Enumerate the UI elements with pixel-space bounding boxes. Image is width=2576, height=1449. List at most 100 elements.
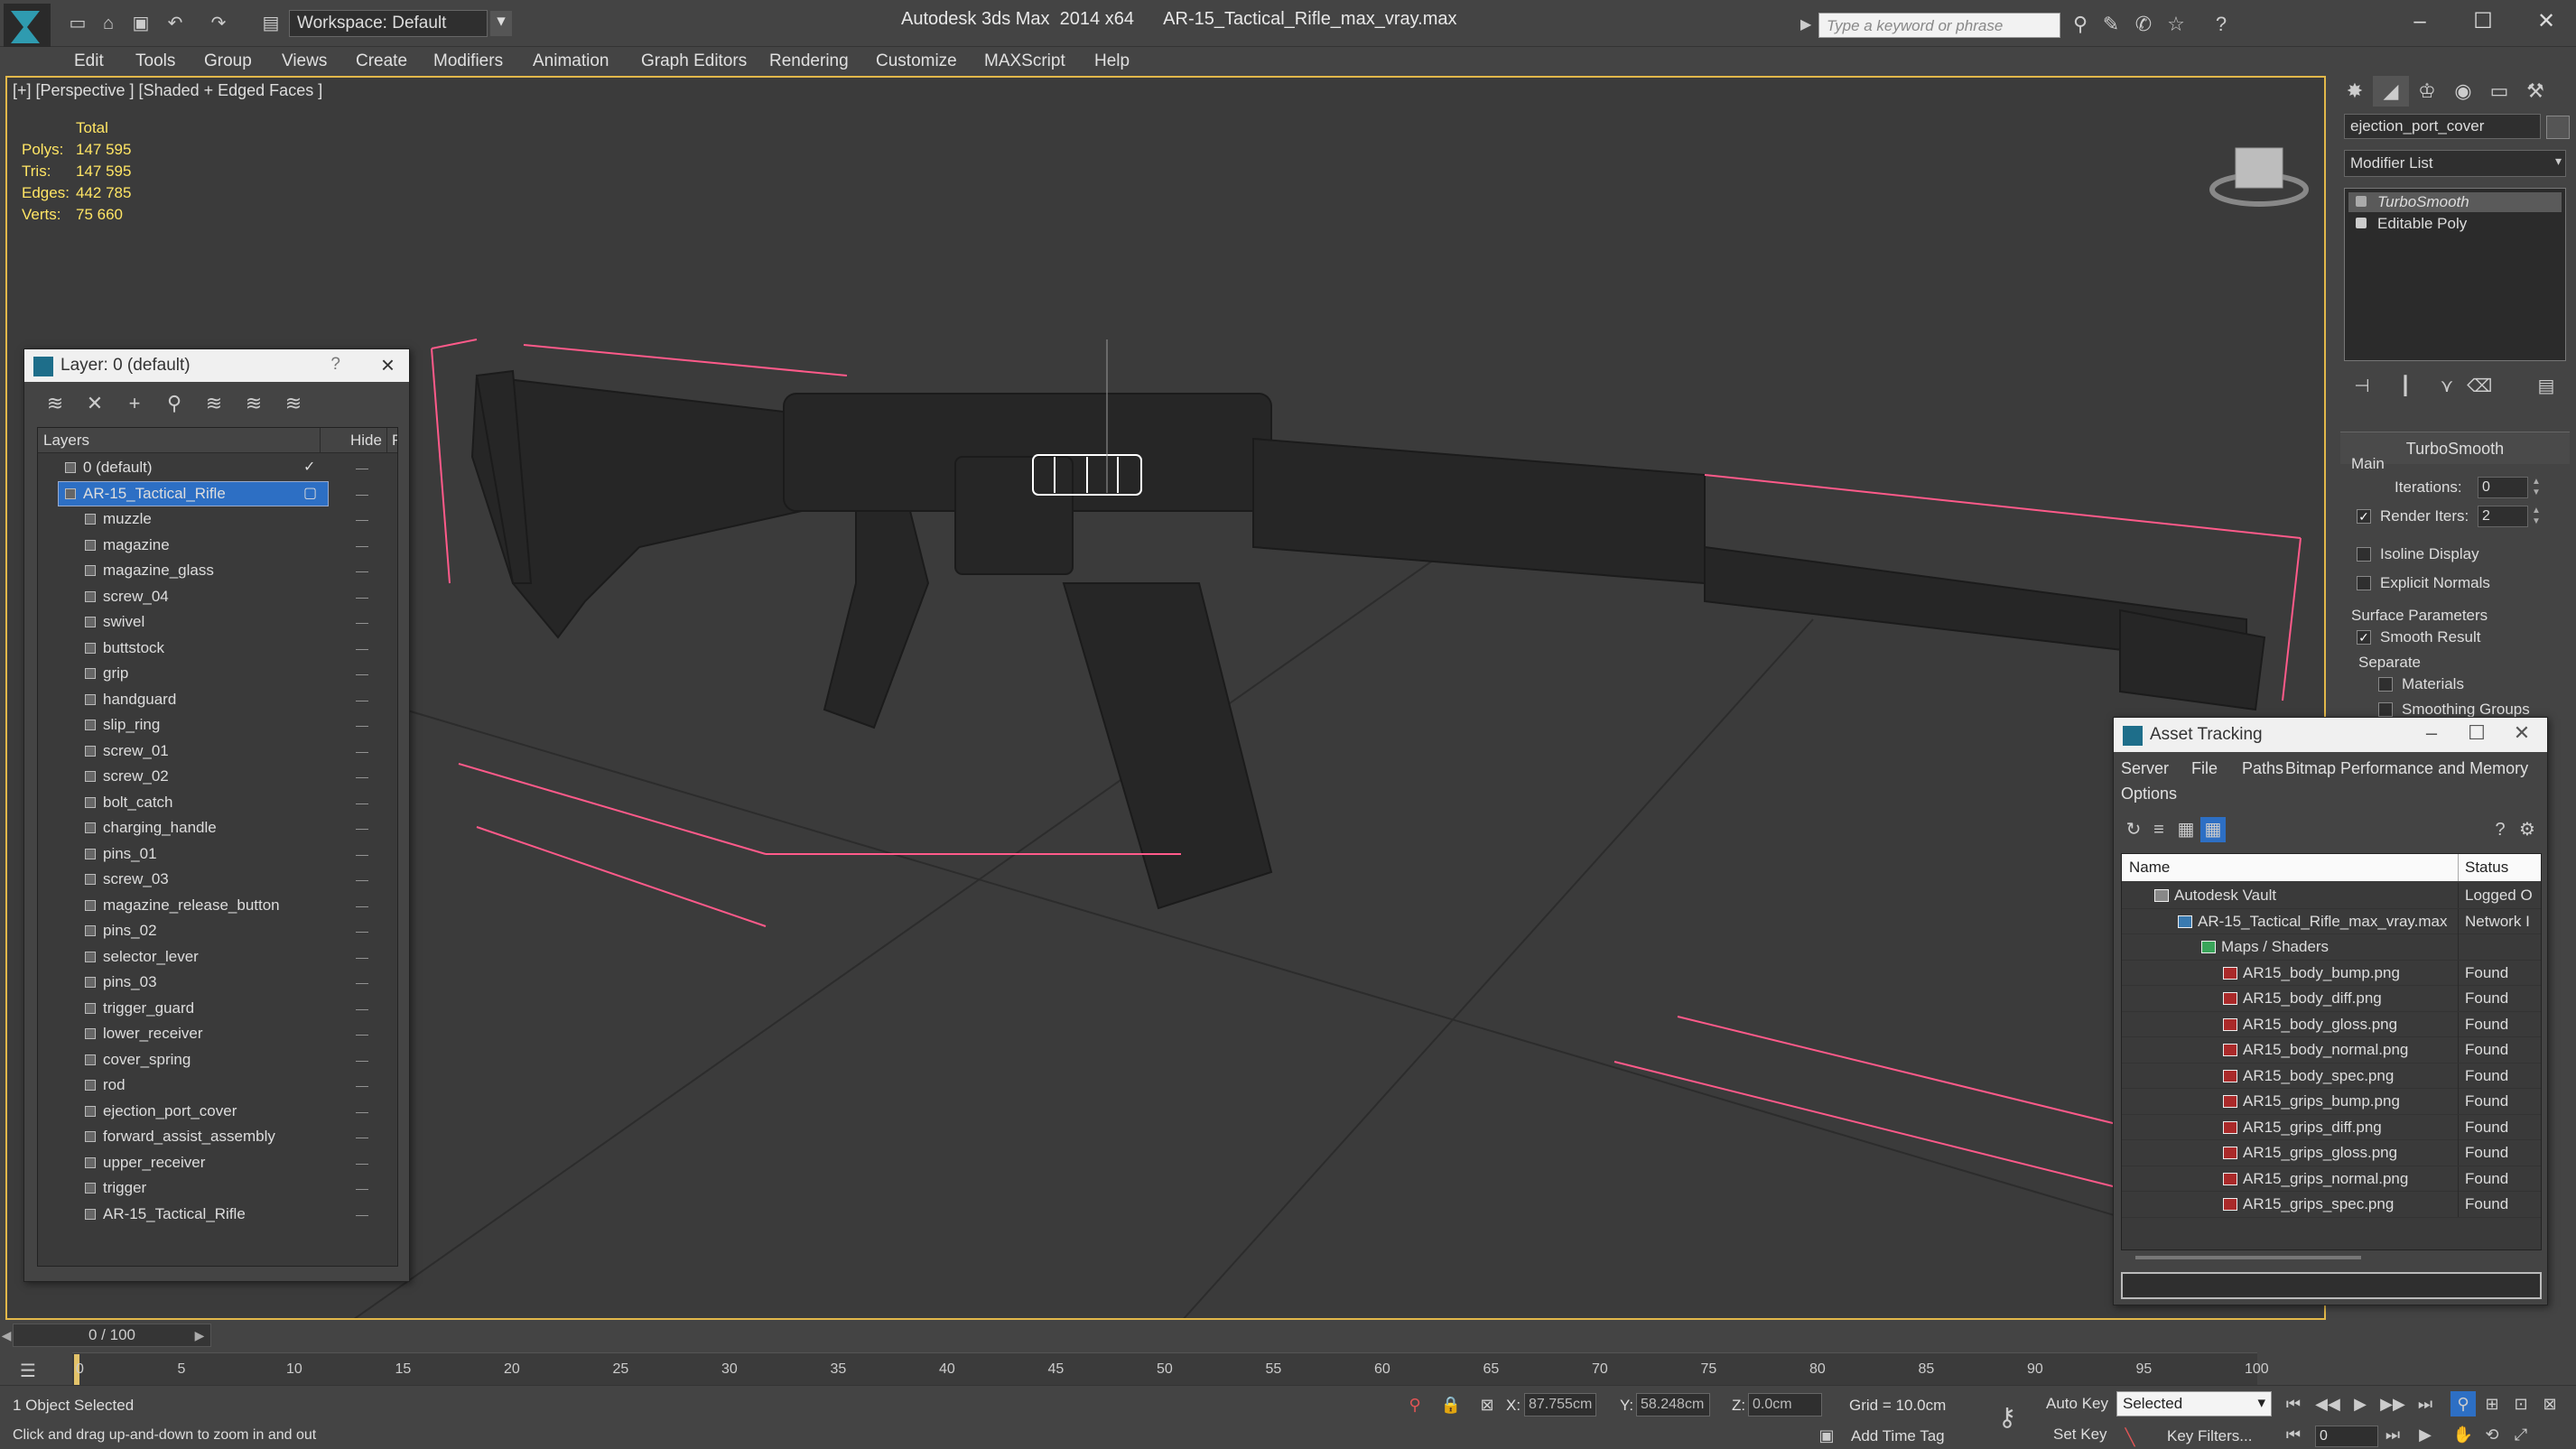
key-mode-dropdown[interactable]: Selected ▾ bbox=[2116, 1391, 2272, 1416]
curve-editor-icon[interactable]: ☰ bbox=[14, 1360, 42, 1383]
layer-row[interactable]: AR-15_Tactical_Rifle ▢ — bbox=[38, 480, 397, 507]
layer-window-titlebar[interactable]: Layer: 0 (default) ? × bbox=[24, 349, 409, 382]
hierarchy-tab-icon[interactable]: ♔ bbox=[2409, 76, 2445, 107]
layer-row[interactable]: muzzle — bbox=[38, 506, 397, 533]
hide-toggle[interactable]: — bbox=[356, 609, 369, 635]
hide-toggle[interactable]: — bbox=[356, 533, 369, 558]
hide-toggle[interactable]: — bbox=[356, 790, 369, 815]
column-header-freeze[interactable]: F bbox=[392, 432, 397, 450]
close-icon[interactable]: ✕ bbox=[2504, 721, 2540, 748]
time-tag-icon[interactable]: ▣ bbox=[1815, 1424, 1838, 1447]
new-file-icon[interactable]: ▭ bbox=[65, 11, 90, 36]
hide-toggle[interactable]: — bbox=[356, 506, 369, 532]
zoom-extents-icon[interactable]: ⊡ bbox=[2508, 1391, 2534, 1416]
layer-row[interactable]: screw_03 — bbox=[38, 867, 397, 893]
layer-row[interactable]: cover_spring — bbox=[38, 1047, 397, 1073]
refresh-icon[interactable]: ↻ bbox=[2121, 817, 2146, 842]
search-input[interactable]: Type a keyword or phrase bbox=[1818, 13, 2060, 38]
menu-file[interactable]: File bbox=[2191, 759, 2218, 778]
hide-toggle[interactable]: — bbox=[356, 1150, 369, 1175]
asset-row[interactable]: AR15_body_bump.png Found bbox=[2122, 960, 2541, 986]
menu-rendering[interactable]: Rendering bbox=[769, 51, 849, 71]
menu-edit[interactable]: Edit bbox=[74, 51, 104, 71]
maximize-viewport-icon[interactable]: ⤢ bbox=[2508, 1422, 2534, 1447]
layer-row[interactable]: handguard — bbox=[38, 687, 397, 713]
show-end-result-icon[interactable]: ┃ bbox=[2393, 374, 2418, 399]
orbit-icon[interactable]: ⟲ bbox=[2479, 1422, 2505, 1447]
layer-row[interactable]: slip_ring — bbox=[38, 712, 397, 738]
hide-toggle[interactable]: — bbox=[356, 1124, 369, 1149]
asset-row[interactable]: AR15_grips_diff.png Found bbox=[2122, 1114, 2541, 1140]
asset-row[interactable]: AR15_grips_spec.png Found bbox=[2122, 1192, 2541, 1218]
layer-row[interactable]: magazine_glass — bbox=[38, 558, 397, 584]
hide-toggle[interactable]: — bbox=[356, 1099, 369, 1124]
layer-row[interactable]: selector_lever — bbox=[38, 944, 397, 971]
maximize-icon[interactable]: ☐ bbox=[2459, 721, 2495, 748]
set-current-layer-icon[interactable]: ▢ bbox=[303, 481, 317, 506]
layer-row[interactable]: screw_02 — bbox=[38, 764, 397, 790]
horizontal-scrollbar[interactable] bbox=[2135, 1256, 2361, 1259]
open-file-icon[interactable]: ⌂ bbox=[96, 11, 121, 36]
layer-row[interactable]: lower_receiver — bbox=[38, 1021, 397, 1047]
menu-help[interactable]: Help bbox=[1094, 51, 1130, 71]
layer-row[interactable]: swivel — bbox=[38, 609, 397, 636]
lock-selection-icon[interactable]: 🔒 bbox=[1439, 1393, 1463, 1416]
hide-toggle[interactable]: — bbox=[356, 764, 369, 789]
previous-frame-icon[interactable]: ◀◀ bbox=[2315, 1391, 2340, 1416]
menu-bitmap-performance[interactable]: Bitmap Performance and Memory bbox=[2285, 759, 2528, 778]
layer-row[interactable]: trigger_guard — bbox=[38, 996, 397, 1022]
key-mode-toggle-icon[interactable]: ⏮ bbox=[2281, 1422, 2306, 1447]
x-coordinate-field[interactable]: 87.755cm bbox=[1524, 1393, 1596, 1416]
layer-row[interactable]: charging_handle — bbox=[38, 815, 397, 841]
menu-create[interactable]: Create bbox=[356, 51, 407, 71]
auto-key-button[interactable]: Auto Key bbox=[2046, 1395, 2109, 1418]
stack-item-turbosmooth[interactable]: TurboSmooth bbox=[2348, 192, 2562, 212]
zoom-icon[interactable]: ⚲ bbox=[2450, 1391, 2476, 1416]
layer-row[interactable]: grip — bbox=[38, 661, 397, 687]
layer-row[interactable]: screw_04 — bbox=[38, 584, 397, 610]
layer-row[interactable]: buttstock — bbox=[38, 636, 397, 662]
hide-toggle[interactable]: — bbox=[356, 455, 369, 480]
asset-row[interactable]: AR15_body_gloss.png Found bbox=[2122, 1011, 2541, 1037]
layer-row[interactable]: pins_03 — bbox=[38, 970, 397, 996]
grid-view-icon[interactable]: ▦ bbox=[2200, 817, 2226, 842]
table-view-icon[interactable]: ▦ bbox=[2173, 817, 2199, 842]
time-config-icon[interactable]: ⏭ bbox=[2380, 1422, 2405, 1447]
hide-toggle[interactable]: — bbox=[356, 558, 369, 583]
asset-row[interactable]: Maps / Shaders bbox=[2122, 934, 2541, 961]
minimize-icon[interactable]: – bbox=[2393, 5, 2447, 38]
asset-row[interactable]: AR15_body_diff.png Found bbox=[2122, 986, 2541, 1012]
minimize-icon[interactable]: – bbox=[2413, 721, 2450, 748]
next-frame-arrow-icon[interactable]: ▶ bbox=[193, 1324, 206, 1347]
object-color-swatch[interactable] bbox=[2546, 116, 2570, 139]
zoom-extents-all-icon[interactable]: ⊠ bbox=[2537, 1391, 2562, 1416]
close-icon[interactable]: × bbox=[381, 351, 395, 379]
asset-row[interactable]: AR-15_Tactical_Rifle_max_vray.max Network… bbox=[2122, 908, 2541, 934]
utilities-tab-icon[interactable]: ⚒ bbox=[2517, 76, 2553, 107]
hide-toggle[interactable]: — bbox=[356, 918, 369, 943]
help-icon[interactable]: ? bbox=[2488, 817, 2513, 842]
smoothing-groups-checkbox[interactable] bbox=[2378, 702, 2393, 717]
go-to-end-icon[interactable]: ⏭ bbox=[2413, 1391, 2438, 1416]
menu-server[interactable]: Server bbox=[2121, 759, 2169, 778]
menu-group[interactable]: Group bbox=[204, 51, 252, 71]
layer-row[interactable]: AR-15_Tactical_Rifle — bbox=[38, 1202, 397, 1228]
app-logo-icon[interactable] bbox=[4, 4, 51, 51]
motion-tab-icon[interactable]: ◉ bbox=[2445, 76, 2481, 107]
subscription-icon[interactable]: ✎ bbox=[2098, 12, 2124, 37]
lightbulb-icon[interactable] bbox=[2356, 196, 2367, 207]
layer-row[interactable]: ejection_port_cover — bbox=[38, 1099, 397, 1125]
go-to-start-icon[interactable]: ⏮ bbox=[2281, 1391, 2306, 1416]
help-icon[interactable]: ? bbox=[2209, 12, 2234, 37]
modify-tab-icon[interactable]: ◢ bbox=[2373, 76, 2409, 107]
stack-item-editable-poly[interactable]: Editable Poly bbox=[2348, 214, 2562, 234]
freeze-all-layers-icon[interactable]: ≋ bbox=[281, 391, 306, 416]
layer-row[interactable]: trigger — bbox=[38, 1175, 397, 1202]
layer-row[interactable]: rod — bbox=[38, 1073, 397, 1099]
hide-toggle[interactable]: — bbox=[356, 815, 369, 841]
column-header-name[interactable]: Name bbox=[2129, 859, 2170, 877]
favorites-star-icon[interactable]: ☆ bbox=[2163, 12, 2189, 37]
menu-modifiers[interactable]: Modifiers bbox=[433, 51, 503, 71]
hide-toggle[interactable]: — bbox=[356, 1202, 369, 1227]
asset-row[interactable]: Autodesk Vault Logged O bbox=[2122, 883, 2541, 909]
